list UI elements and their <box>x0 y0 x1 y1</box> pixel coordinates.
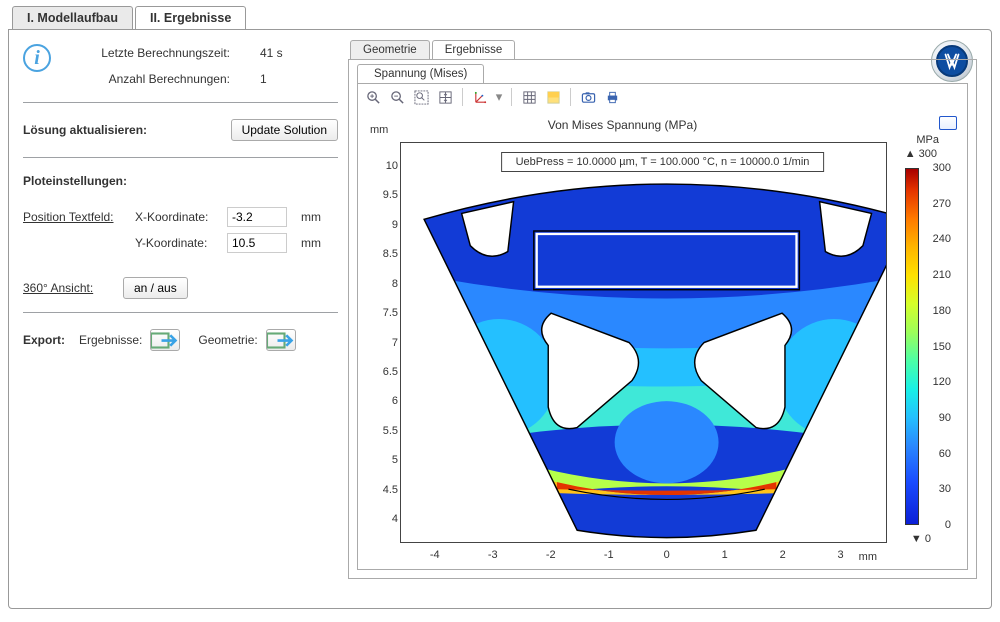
chart-title: Von Mises Spannung (MPa) <box>358 118 887 132</box>
zoom-box-icon[interactable] <box>412 88 430 106</box>
y-coord-unit: mm <box>301 236 321 250</box>
y-coord-input[interactable] <box>227 233 287 253</box>
y-axis-unit: mm <box>370 124 388 136</box>
legend-tick: 270 <box>933 198 951 210</box>
export-geometry-label: Geometrie: <box>198 333 257 347</box>
view-switch-icon[interactable] <box>939 116 957 130</box>
legend-colorbar <box>905 168 919 525</box>
zoom-out-icon[interactable] <box>388 88 406 106</box>
info-icon: i <box>23 44 51 72</box>
x-tick: -1 <box>604 549 614 561</box>
scene-light-icon[interactable] <box>544 88 562 106</box>
legend-tick: 180 <box>933 305 951 317</box>
x-coord-label: X-Koordinate: <box>135 210 217 224</box>
update-solution-button[interactable]: Update Solution <box>231 119 338 141</box>
legend-tick: 60 <box>939 448 951 460</box>
x-tick: 1 <box>722 549 728 561</box>
y-tick: 4.5 <box>383 484 398 496</box>
legend-min: 0 <box>911 533 931 545</box>
legend-tick: 0 <box>945 519 951 531</box>
legend-tick: 300 <box>933 162 951 174</box>
y-tick: 7 <box>392 337 398 349</box>
y-tick: 9 <box>392 219 398 231</box>
legend-tick: 240 <box>933 233 951 245</box>
y-tick: 6.5 <box>383 366 398 378</box>
tab-modellaufbau[interactable]: I. Modellaufbau <box>12 6 133 29</box>
export-results-label: Ergebnisse: <box>79 333 142 347</box>
y-coord-label: Y-Koordinate: <box>135 236 217 250</box>
legend-tick: 30 <box>939 483 951 495</box>
x-axis-unit: mm <box>859 551 877 563</box>
view360-toggle-button[interactable]: an / aus <box>123 277 188 299</box>
x-coord-unit: mm <box>301 210 321 224</box>
export-results-button[interactable] <box>150 329 180 351</box>
plot-frame: ▾ Von Mises Spannung (MPa) mm mm <box>357 83 968 570</box>
x-tick: 0 <box>664 549 670 561</box>
x-tick: -4 <box>430 549 440 561</box>
y-tick: 4 <box>392 513 398 525</box>
y-tick: 8.5 <box>383 248 398 260</box>
legend-tick: 210 <box>933 269 951 281</box>
print-icon[interactable] <box>603 88 621 106</box>
subtab-ergebnisse[interactable]: Ergebnisse <box>432 40 516 59</box>
subtab-geometrie[interactable]: Geometrie <box>350 40 430 59</box>
legend-tick: 90 <box>939 412 951 424</box>
export-heading: Export: <box>23 333 65 347</box>
legend-tick: 150 <box>933 341 951 353</box>
x-tick: 2 <box>780 549 786 561</box>
subsubtab-spannung[interactable]: Spannung (Mises) <box>357 64 484 83</box>
zoom-extents-icon[interactable] <box>436 88 454 106</box>
results-panel: i Letzte Berechnungszeit: 41 s Anzahl Be… <box>8 29 992 609</box>
grid-icon[interactable] <box>520 88 538 106</box>
x-tick: -2 <box>546 549 556 561</box>
x-tick: 3 <box>838 549 844 561</box>
axes-dropdown-icon[interactable]: ▾ <box>495 88 503 106</box>
legend-unit: MPa <box>916 134 939 146</box>
y-tick: 9.5 <box>383 189 398 201</box>
zoom-in-icon[interactable] <box>364 88 382 106</box>
plotsettings-heading: Ploteinstellungen: <box>23 174 127 188</box>
pos-textfeld-heading: Position Textfeld: <box>23 210 135 224</box>
y-tick: 5 <box>392 454 398 466</box>
snapshot-icon[interactable] <box>579 88 597 106</box>
x-tick: -3 <box>488 549 498 561</box>
chart-area[interactable] <box>400 142 887 543</box>
calc-time-value: 41 s <box>260 46 310 60</box>
param-text: UebPress = 10.0000 µm, T = 100.000 °C, n… <box>501 152 825 172</box>
legend-tick: 120 <box>933 376 951 388</box>
x-coord-input[interactable] <box>227 207 287 227</box>
contour-plot <box>401 143 886 542</box>
axes-icon[interactable] <box>471 88 489 106</box>
y-tick: 10 <box>386 160 398 172</box>
calc-count-value: 1 <box>260 72 310 86</box>
y-tick: 5.5 <box>383 425 398 437</box>
tab-ergebnisse[interactable]: II. Ergebnisse <box>135 6 246 29</box>
y-tick: 6 <box>392 395 398 407</box>
y-tick: 8 <box>392 278 398 290</box>
solution-heading: Lösung aktualisieren: <box>23 123 147 137</box>
legend-max: 300 <box>905 148 937 160</box>
y-tick: 7.5 <box>383 307 398 319</box>
calc-count-label: Anzahl Berechnungen: <box>65 72 230 86</box>
view360-heading: 360° Ansicht: <box>23 281 123 295</box>
calc-time-label: Letzte Berechnungszeit: <box>65 46 230 60</box>
export-geometry-button[interactable] <box>266 329 296 351</box>
